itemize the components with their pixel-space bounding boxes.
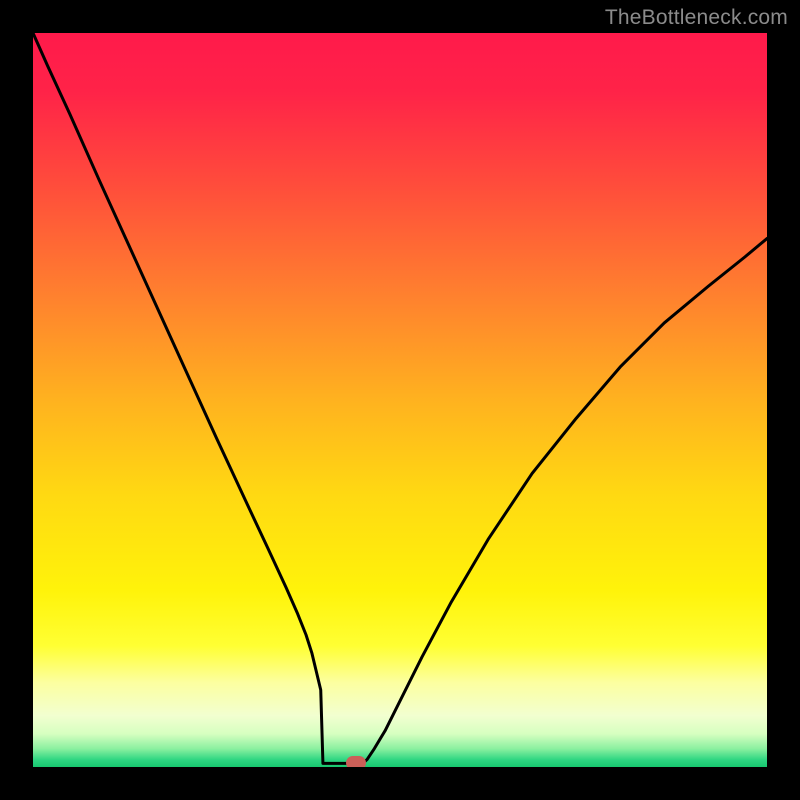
curve-layer <box>33 33 767 767</box>
chart-frame: TheBottleneck.com <box>0 0 800 800</box>
bottleneck-curve <box>33 33 767 764</box>
watermark-text: TheBottleneck.com <box>605 6 788 30</box>
plot-area <box>33 33 767 767</box>
optimal-point-marker <box>346 756 366 767</box>
